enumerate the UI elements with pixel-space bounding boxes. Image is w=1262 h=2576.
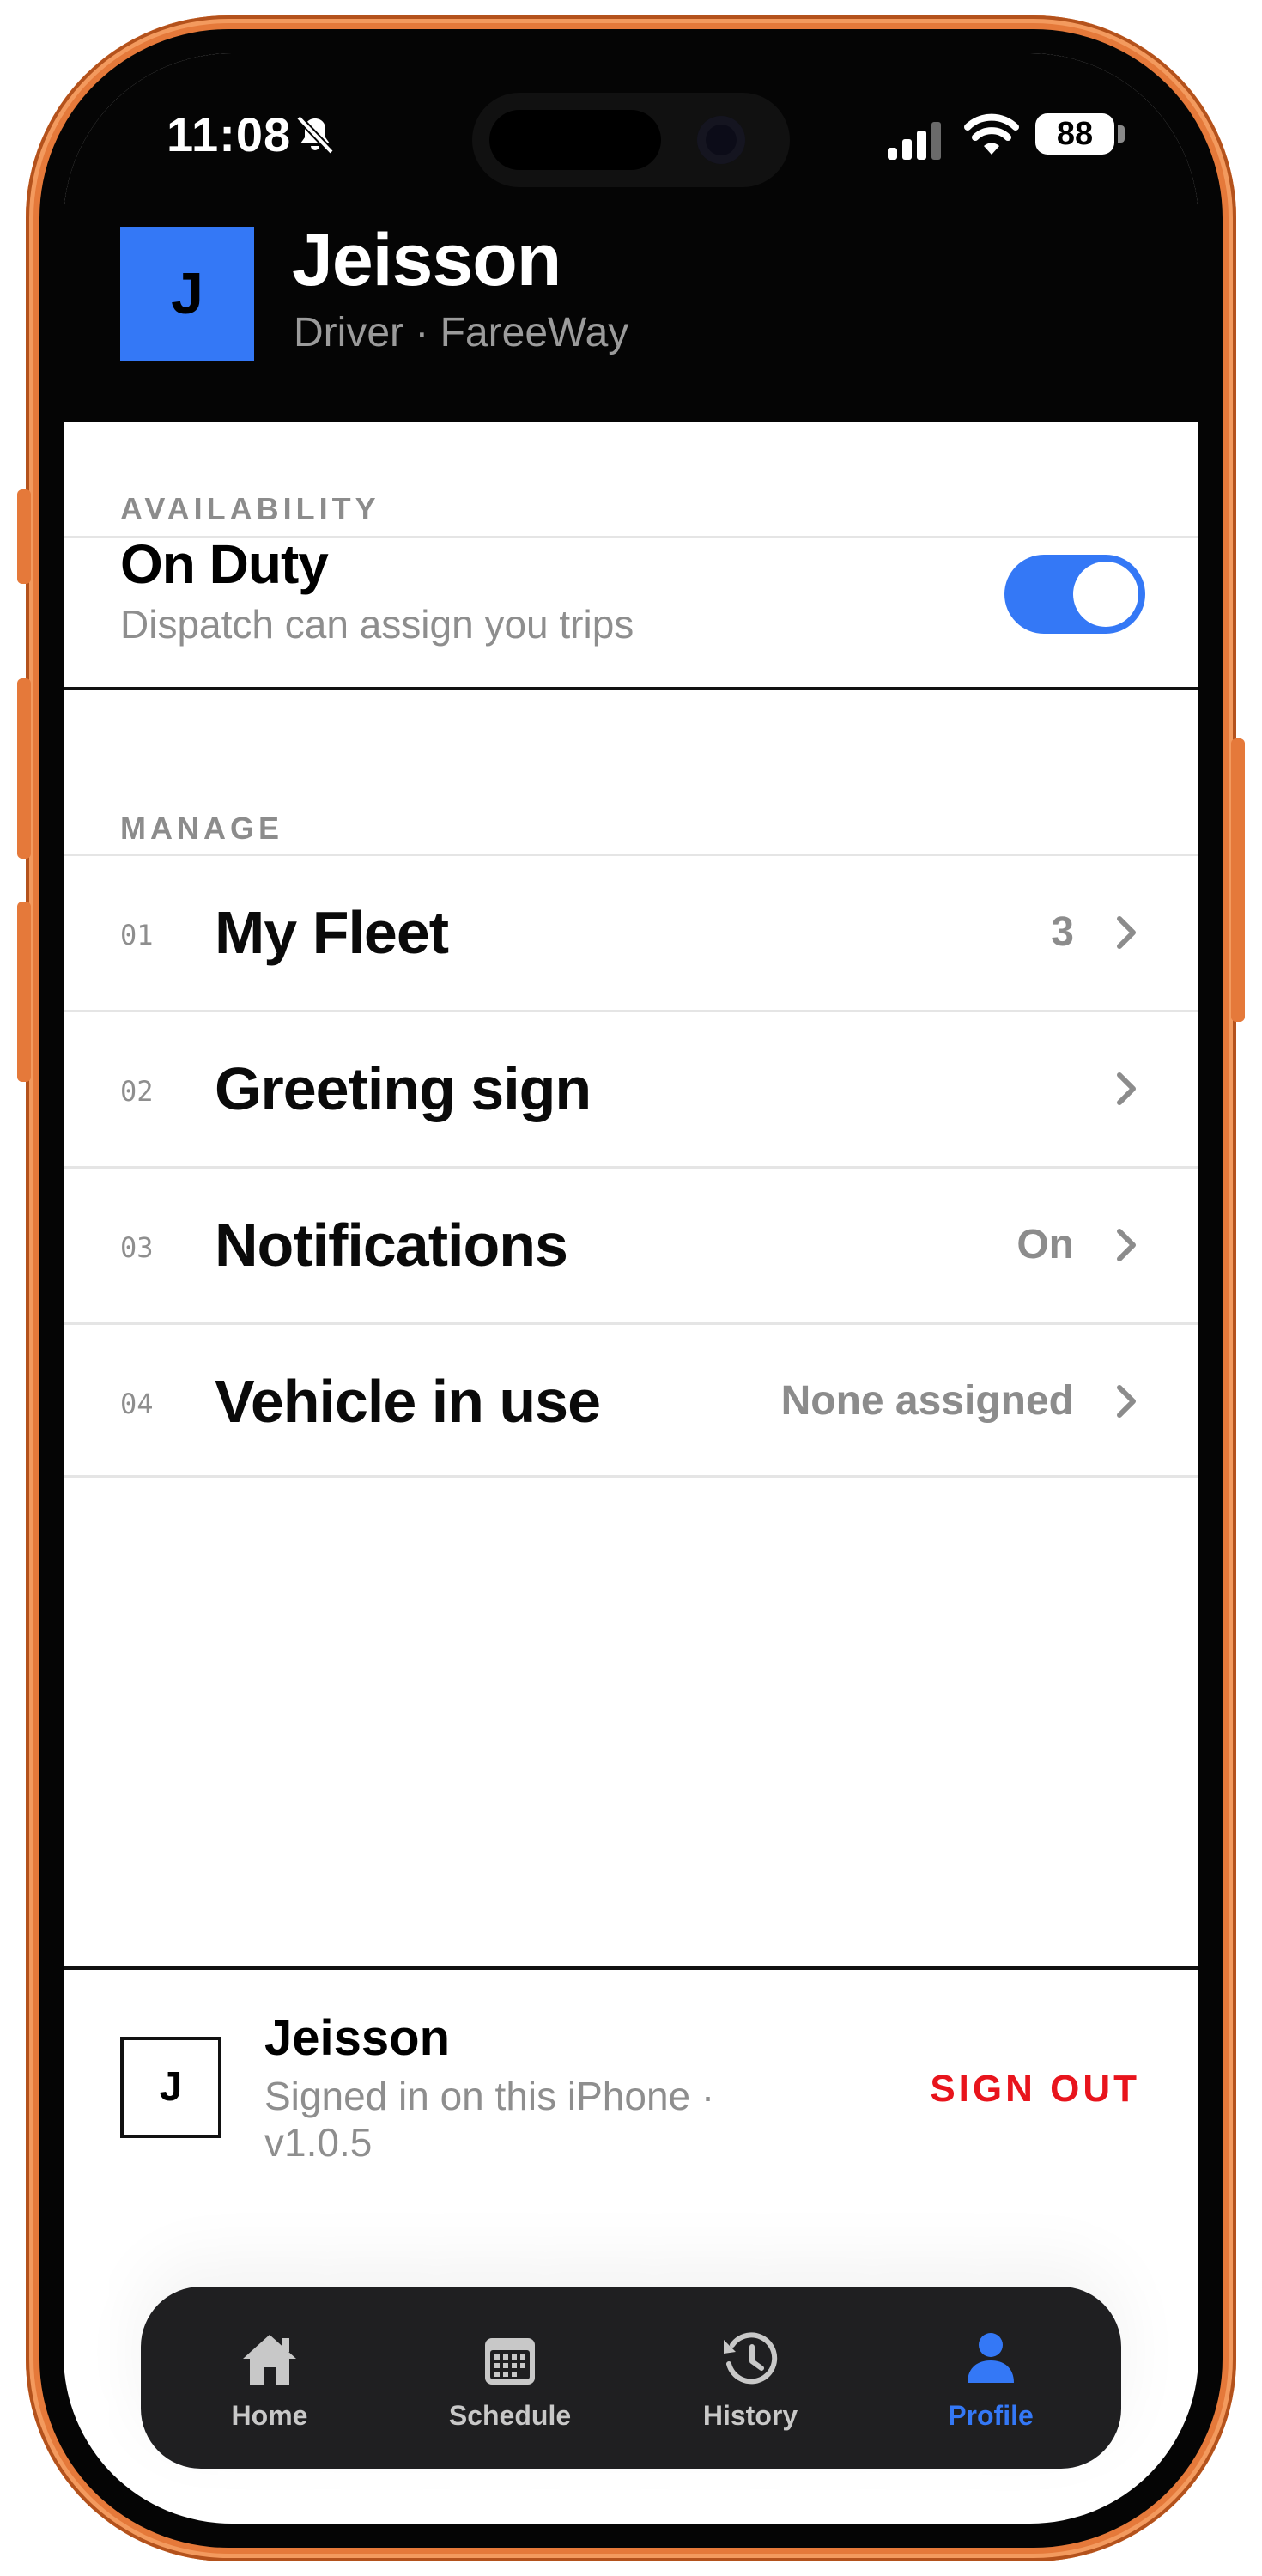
- screen: 11:08 88 J Jeisson Driver · FareeWay AVA…: [64, 53, 1198, 2524]
- tab-label: Home: [231, 2400, 308, 2431]
- tab-history[interactable]: History: [630, 2287, 871, 2469]
- row-title: Greeting sign: [215, 1055, 592, 1122]
- chevron-right-icon: [1117, 916, 1136, 949]
- power-button: [1231, 738, 1245, 1022]
- tab-schedule[interactable]: Schedule: [390, 2287, 630, 2469]
- dynamic-island: [472, 93, 790, 187]
- row-title: Notifications: [215, 1212, 568, 1279]
- tab-profile[interactable]: Profile: [871, 2287, 1111, 2469]
- chevron-right-icon: [1117, 1229, 1136, 1261]
- chevron-right-icon: [1117, 1385, 1136, 1418]
- row-title: My Fleet: [215, 899, 449, 966]
- tab-bar: Home Schedule History Profile: [141, 2287, 1121, 2469]
- account-divider: [64, 1966, 1198, 1970]
- tab-label: Profile: [948, 2400, 1034, 2431]
- row-number: 02: [120, 1075, 154, 1108]
- row-value: 3: [1051, 909, 1074, 955]
- volume-up-button: [17, 678, 31, 859]
- history-icon: [724, 2332, 778, 2385]
- row-number: 03: [120, 1231, 154, 1264]
- home-icon: [243, 2335, 296, 2385]
- tab-label: History: [702, 2400, 798, 2431]
- header-subtitle: Driver · FareeWay: [294, 310, 629, 355]
- row-number: 01: [120, 919, 154, 951]
- tab-home[interactable]: Home: [149, 2287, 390, 2469]
- account-subtitle: Signed in on this iPhone · v1.0.5: [264, 2074, 715, 2165]
- divider: [64, 1475, 1198, 1478]
- list-item-greeting-sign[interactable]: 02 Greeting sign: [64, 1012, 1198, 1166]
- availability-section-label: AVAILABILITY: [120, 491, 380, 526]
- chevron-right-icon: [1117, 1072, 1136, 1105]
- battery-indicator: 88: [1035, 113, 1114, 155]
- on-duty-toggle[interactable]: [1004, 555, 1145, 634]
- sign-out-button[interactable]: SIGN OUT: [930, 2068, 1140, 2111]
- account-name: Jeisson: [264, 2010, 450, 2066]
- battery-cap: [1118, 125, 1125, 143]
- page-title: Jeisson: [292, 219, 561, 301]
- manage-section-label: MANAGE: [120, 811, 283, 846]
- cellular-signal-icon: [888, 122, 941, 160]
- calendar-icon: [485, 2338, 535, 2385]
- list-item-notifications[interactable]: 03 Notifications On: [64, 1168, 1198, 1322]
- row-value: On: [1016, 1222, 1074, 1267]
- wifi-icon: [964, 113, 1019, 155]
- row-title: Vehicle in use: [215, 1368, 601, 1435]
- account-avatar: J: [120, 2037, 221, 2138]
- row-value: None assigned: [780, 1378, 1074, 1424]
- person-icon: [968, 2333, 1014, 2383]
- on-duty-title: On Duty: [120, 533, 329, 595]
- status-time: 11:08: [167, 107, 292, 161]
- row-number: 04: [120, 1388, 154, 1420]
- action-button: [17, 489, 31, 584]
- volume-down-button: [17, 902, 31, 1082]
- list-item-vehicle-in-use[interactable]: 04 Vehicle in use None assigned: [64, 1324, 1198, 1479]
- toggle-knob: [1073, 562, 1138, 627]
- tab-label: Schedule: [448, 2400, 572, 2431]
- bell-slash-icon: [296, 115, 334, 155]
- list-item-my-fleet[interactable]: 01 My Fleet 3: [64, 855, 1198, 1010]
- avatar: J: [120, 227, 254, 361]
- on-duty-subtitle: Dispatch can assign you trips: [120, 602, 634, 647]
- section-divider: [64, 687, 1198, 690]
